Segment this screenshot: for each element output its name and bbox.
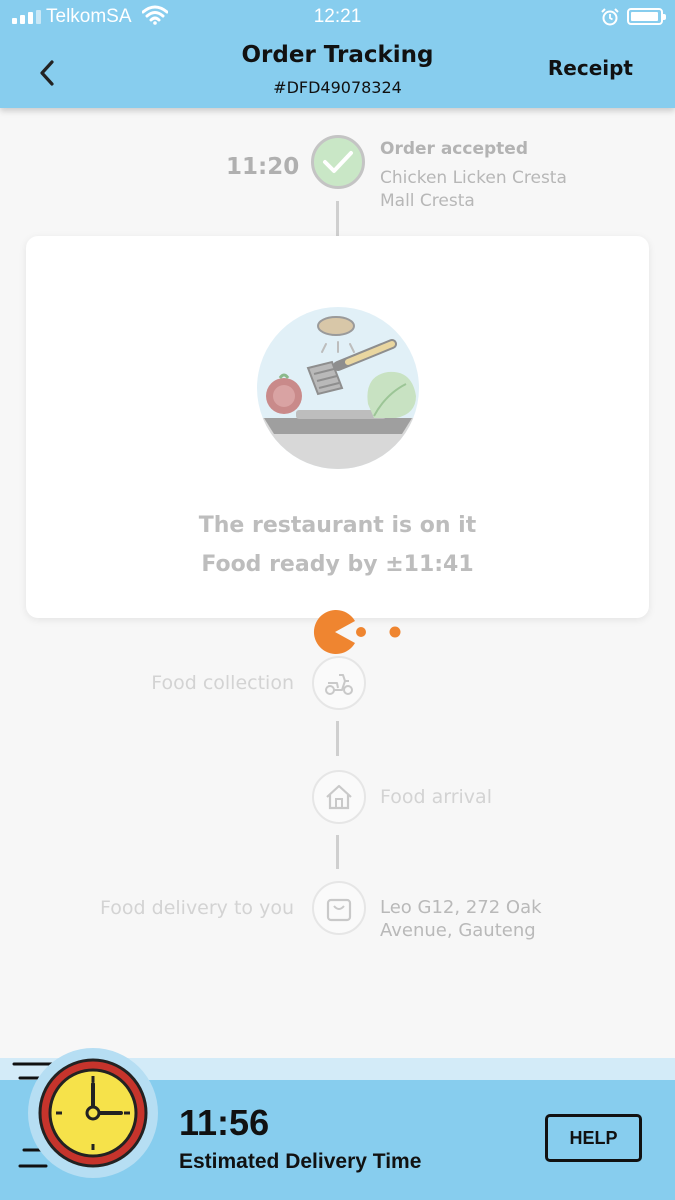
restaurant-location: Mall Cresta: [380, 191, 475, 211]
step-arrival: [312, 770, 366, 824]
house-icon: [326, 784, 352, 810]
status-message: The restaurant is on it: [198, 513, 477, 538]
step-collection: [312, 656, 366, 710]
scooter-icon: [325, 674, 353, 695]
status-bar: TelkomSA 12:21: [0, 0, 675, 34]
timeline-connector: [336, 201, 339, 236]
step-delivery: [312, 881, 366, 935]
step-accepted: [311, 135, 365, 189]
accepted-time: 11:20: [226, 154, 300, 180]
battery-fill: [631, 12, 658, 21]
accepted-title: Order accepted: [380, 139, 528, 159]
clock-badge: [28, 1048, 158, 1178]
cooking-pan-illustration: [257, 307, 419, 469]
restaurant-name: Chicken Licken Cresta: [380, 168, 567, 188]
food-ready-time: Food ready by ±11:41: [201, 552, 474, 577]
help-button[interactable]: HELP: [545, 1114, 642, 1162]
eta-footer: 11:56 Estimated Delivery Time HELP: [0, 1048, 675, 1200]
shopping-bag-icon: [326, 898, 352, 922]
collection-label: Food collection: [151, 672, 294, 694]
checkmark-icon: [323, 151, 353, 173]
delivery-address-line2: Avenue, Gauteng: [380, 920, 536, 941]
pacman-progress-indicator: [313, 610, 401, 654]
top-bar: TelkomSA 12:21 Order Tracking #DFD490783…: [0, 0, 675, 108]
clock-icon: [38, 1058, 148, 1168]
receipt-button[interactable]: Receipt: [548, 56, 633, 80]
delivery-address-line1: Leo G12, 272 Oak: [380, 897, 542, 918]
pacman-icon: [313, 610, 355, 654]
progress-dot: [389, 626, 401, 638]
timeline-connector: [336, 835, 339, 869]
restaurant-status-card: The restaurant is on it Food ready by ±1…: [26, 236, 649, 618]
eta-time: 11:56: [179, 1102, 270, 1143]
eta-label: Estimated Delivery Time: [179, 1150, 422, 1173]
arrival-label: Food arrival: [380, 786, 492, 808]
order-timeline: 11:20 Order accepted Chicken Licken Cres…: [0, 108, 675, 1058]
alarm-icon: [601, 8, 619, 26]
status-time: 12:21: [313, 6, 362, 27]
order-number: #DFD49078324: [273, 78, 402, 97]
battery-icon: [627, 8, 666, 25]
delivery-label: Food delivery to you: [100, 897, 294, 919]
progress-dot: [356, 627, 366, 637]
timeline-connector: [336, 721, 339, 756]
